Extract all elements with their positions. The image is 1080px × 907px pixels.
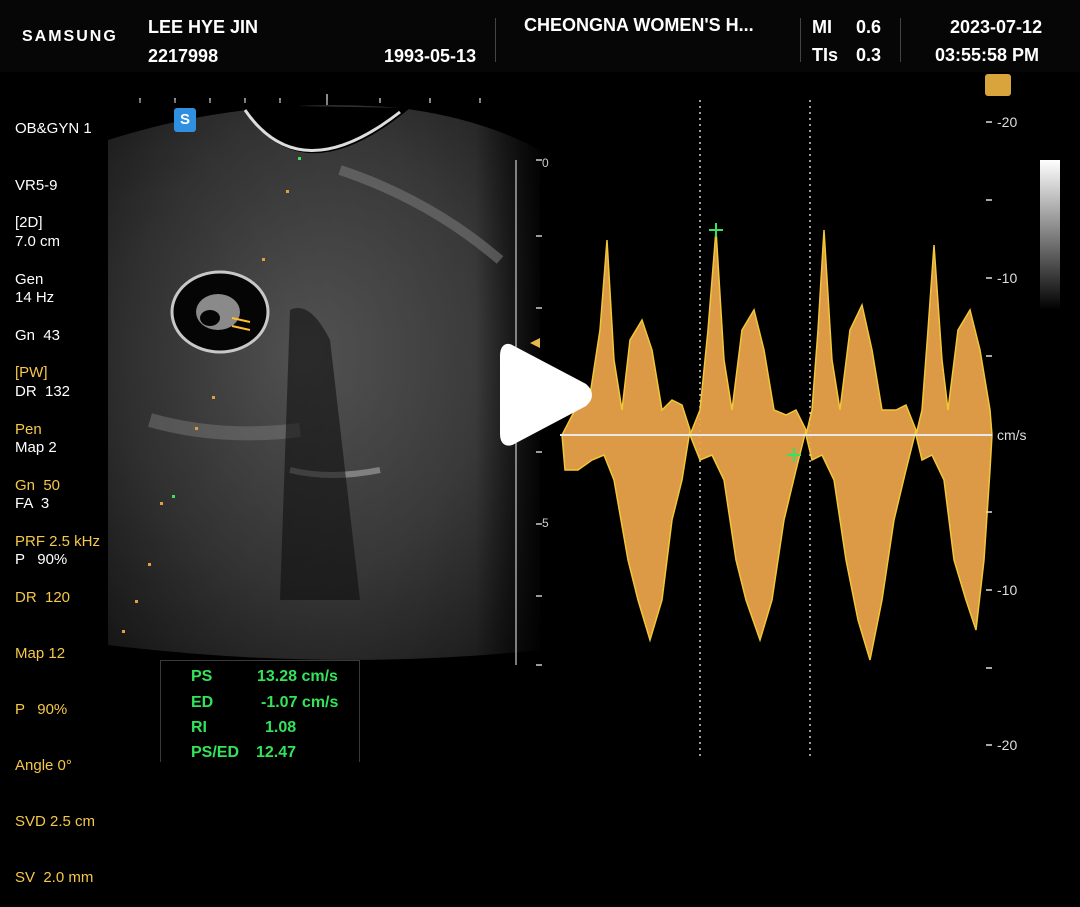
- velocity-tick: -10: [997, 270, 1018, 286]
- depth-scale-0: 0: [542, 156, 549, 170]
- measure-value: 12.47: [256, 744, 297, 761]
- velocity-tick: -10: [997, 582, 1018, 598]
- measure-value: 13.28 cm/s: [257, 668, 338, 685]
- grayscale-bar: [1040, 160, 1060, 310]
- sweep-speed-icon[interactable]: [985, 74, 1011, 96]
- measure-label: PS/ED: [191, 744, 240, 761]
- measurement-panel: PS 13.28 cm/s ED -1.07 cm/s RI 1.08 PS/E…: [160, 660, 360, 762]
- velocity-unit: cm/s: [997, 427, 1027, 443]
- mode-pw-param: SVD 2.5 cm: [15, 813, 96, 831]
- measure-label: RI: [191, 719, 207, 736]
- velocity-tick: -20: [997, 114, 1018, 130]
- measure-label: ED: [191, 694, 214, 711]
- velocity-tick: -20: [997, 737, 1018, 753]
- play-icon[interactable]: [497, 340, 593, 450]
- measure-value: 1.08: [265, 719, 297, 736]
- measure-label: PS: [191, 668, 213, 685]
- mode-pw-param: SV 2.0 mm: [15, 869, 94, 887]
- depth-scale-5: 5: [542, 516, 549, 530]
- measure-value: -1.07 cm/s: [261, 694, 339, 711]
- scan-badge-icon: S: [174, 108, 196, 132]
